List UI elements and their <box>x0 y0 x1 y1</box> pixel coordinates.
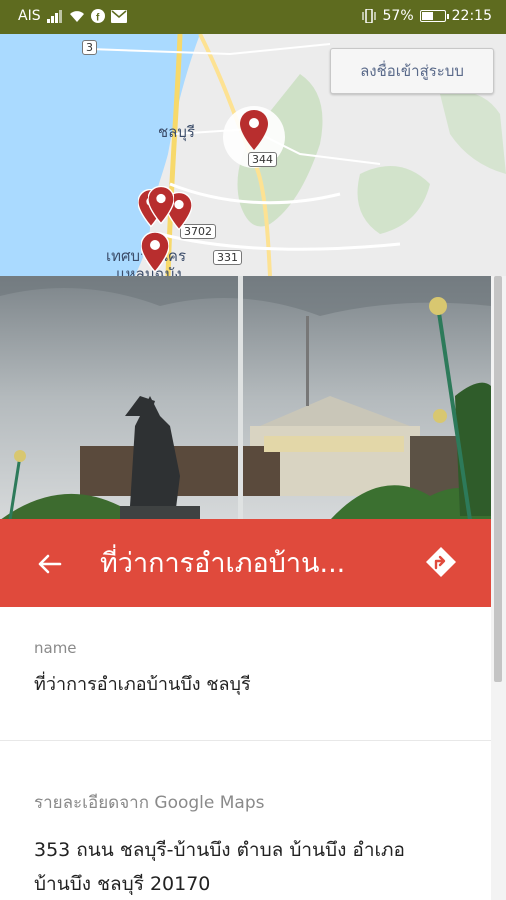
name-value: ที่ว่าการอำเภอบ้านบึง ชลบุรี <box>34 674 251 695</box>
facebook-icon: f <box>90 9 105 23</box>
directions-icon[interactable] <box>425 546 457 578</box>
address-line-1: 353 ถนน ชลบุรี-บ้านบึง ตำบล บ้านบึง อำเภ… <box>34 839 405 861</box>
map-marker-icon[interactable] <box>148 186 174 224</box>
route-shield: 3 <box>82 40 97 55</box>
clock: 22:15 <box>451 8 492 24</box>
back-arrow-icon[interactable] <box>34 549 64 579</box>
place-photo-image <box>0 276 491 520</box>
login-button[interactable]: ลงชื่อเข้าสู่ระบบ <box>330 48 494 94</box>
battery-percent: 57% <box>382 8 414 24</box>
vibrate-icon <box>361 9 376 23</box>
carrier-label: AIS <box>18 8 41 24</box>
status-bar: AIS f 57% 22:15 <box>0 0 506 34</box>
wifi-icon <box>69 10 84 22</box>
map-marker-icon[interactable] <box>141 232 169 272</box>
place-header: ที่ว่าการอำเภอบ้าน... <box>0 519 491 607</box>
signal-icon <box>46 10 62 23</box>
route-shield: 331 <box>213 250 242 265</box>
place-details: name ที่ว่าการอำเภอบ้านบึง ชลบุรี รายละเ… <box>0 607 491 900</box>
name-label: name <box>34 639 77 657</box>
place-title: ที่ว่าการอำเภอบ้าน... <box>100 548 346 579</box>
place-photo <box>0 276 491 520</box>
map-marker-icon[interactable] <box>240 110 268 150</box>
scrollbar[interactable] <box>494 276 502 682</box>
divider <box>0 740 491 741</box>
map-view[interactable]: 3 344 3702 331 ชลบุรี เทศบาลนคร แหลมฉบัง… <box>0 34 506 276</box>
route-shield: 344 <box>248 152 277 167</box>
details-label: รายละเอียดจาก Google Maps <box>34 793 265 813</box>
address-line-2: บ้านบึง ชลบุรี 20170 <box>34 873 211 895</box>
battery-icon <box>419 10 449 22</box>
map-label-city: ชลบุรี <box>158 123 195 141</box>
mail-icon <box>110 9 127 23</box>
